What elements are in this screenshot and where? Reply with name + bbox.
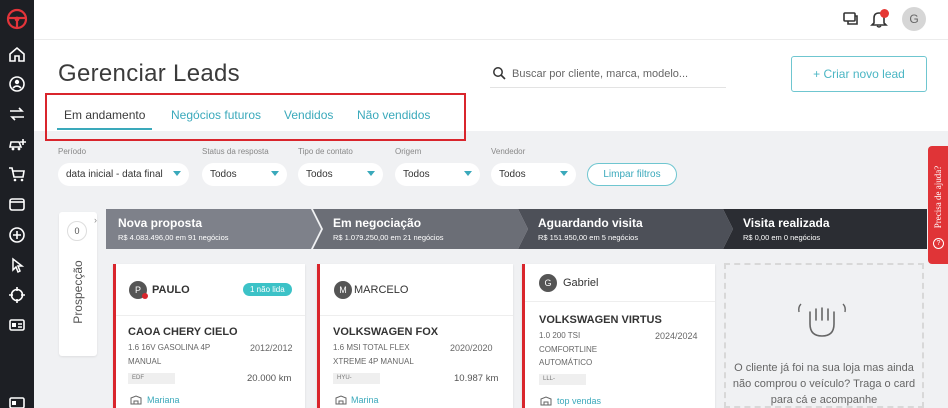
stage-summary: R$ 4.083.496,00 em 91 negócios	[118, 233, 229, 242]
vehicle-year: 2024/2024	[655, 331, 698, 341]
filter-periodo[interactable]: data inicial - data final	[58, 163, 189, 186]
filter-label-status: Status da resposta	[202, 147, 269, 156]
steering-wheel-logo-icon[interactable]	[6, 8, 28, 30]
home-icon[interactable]	[6, 43, 28, 65]
seller-name[interactable]: Marina	[351, 395, 379, 405]
seller-name[interactable]: top vendas	[557, 396, 601, 406]
vehicle-spec-1: 1.6 MSI TOTAL FLEX	[333, 343, 410, 352]
pointer-click-icon[interactable]	[6, 254, 28, 276]
vehicle-km: 20.000 km	[247, 373, 292, 384]
vehicle-spec-2: COMFORTLINE	[539, 345, 598, 354]
stage-nova-proposta[interactable]: Nova proposta R$ 4.083.496,00 em 91 negó…	[106, 209, 321, 249]
lead-card-gabriel[interactable]: G Gabriel VOLKSWAGEN VIRTUS 1.0 200 TSI …	[522, 264, 715, 408]
stage-em-negociacao[interactable]: Em negociação R$ 1.079.250,00 em 21 negó…	[313, 209, 528, 249]
stage-summary: R$ 1.079.250,00 em 21 negócios	[333, 233, 444, 242]
sidebar	[0, 0, 34, 408]
vehicle-plate: EDF	[128, 373, 175, 384]
caret-down-icon	[271, 171, 279, 176]
stage-title: Visita realizada	[743, 216, 830, 230]
seller-name[interactable]: Mariana	[147, 395, 180, 405]
client-name: PAULO	[152, 284, 190, 296]
cart-icon[interactable]	[6, 163, 28, 185]
chat-icon[interactable]	[842, 10, 860, 28]
filter-origem[interactable]: Todos	[395, 163, 480, 186]
vehicle-spec-3: AUTOMÁTICO	[539, 358, 593, 367]
filter-vendedor[interactable]: Todos	[491, 163, 576, 186]
stage-visita-realizada[interactable]: Visita realizada R$ 0,00 em 0 negócios	[723, 209, 927, 249]
client-name: MARCELO	[354, 284, 409, 296]
vehicle-spec-2: MANUAL	[128, 357, 162, 366]
vehicle-spec-1: 1.6 16V GASOLINA 4P	[128, 343, 211, 352]
filter-label-vendedor: Vendedor	[491, 147, 526, 156]
vehicle-plate: HYU-	[333, 373, 380, 384]
filter-label-origem: Origem	[395, 147, 422, 156]
vehicle-year: 2012/2012	[250, 343, 293, 353]
stage-summary: R$ 151.950,00 em 5 negócios	[538, 233, 639, 242]
client-avatar: M	[334, 281, 352, 299]
filter-label-tipo: Tipo de contato	[298, 147, 353, 156]
stage-summary: R$ 0,00 em 0 negócios	[743, 233, 821, 242]
caret-down-icon	[367, 171, 375, 176]
vehicle-plate: LLL-	[539, 374, 586, 385]
transfer-arrows-icon[interactable]	[6, 103, 28, 125]
empty-stage-text: O cliente já foi na sua loja mas ainda n…	[732, 362, 916, 406]
id-card-icon-2[interactable]	[6, 392, 28, 408]
unread-dot	[142, 293, 148, 299]
vehicle-model: CAOA CHERY CIELO	[128, 326, 238, 338]
filter-value: data inicial - data final	[66, 169, 163, 180]
vehicle-year: 2020/2020	[450, 343, 493, 353]
stage-title: Nova proposta	[118, 216, 203, 230]
vehicle-model: VOLKSWAGEN VIRTUS	[539, 314, 662, 326]
lead-card-paulo[interactable]: P PAULO 1 não lida CAOA CHERY CIELO 1.6 …	[113, 264, 305, 408]
user-avatar[interactable]: G	[902, 7, 926, 31]
seller-icon	[335, 395, 347, 405]
lead-card-marcelo[interactable]: M MARCELO VOLKSWAGEN FOX 1.6 MSI TOTAL F…	[317, 264, 513, 408]
filter-value: Todos	[499, 169, 526, 180]
create-lead-button[interactable]: + Criar novo lead	[791, 56, 927, 92]
client-avatar: G	[539, 274, 557, 292]
filter-label-periodo: Período	[58, 147, 87, 156]
wallet-icon[interactable]	[6, 193, 28, 215]
prospeccao-label: Prospecção	[71, 260, 85, 324]
filter-status[interactable]: Todos	[202, 163, 287, 186]
vehicle-spec-1: 1.0 200 TSI	[539, 331, 581, 340]
caret-down-icon	[173, 171, 181, 176]
client-name: Gabriel	[563, 277, 599, 289]
search-input[interactable]	[512, 64, 722, 84]
chevron-right-icon[interactable]: ›	[94, 215, 97, 225]
filter-value: Todos	[306, 169, 333, 180]
vehicle-spec-2: XTREME 4P MANUAL	[333, 357, 414, 366]
vehicle-km: 10.987 km	[454, 373, 499, 384]
filter-tipo[interactable]: Todos	[298, 163, 383, 186]
question-icon: ?	[933, 238, 944, 249]
topbar	[34, 0, 948, 40]
hand-grab-icon	[798, 303, 846, 337]
stage-title: Aguardando visita	[538, 216, 643, 230]
clear-filters-button[interactable]: Limpar filtros	[587, 163, 677, 186]
tabs-highlight-box	[45, 93, 466, 141]
stage-title: Em negociação	[333, 216, 422, 230]
id-card-icon[interactable]	[6, 314, 28, 336]
prospeccao-count: 0	[67, 221, 87, 241]
page-title: Gerenciar Leads	[58, 60, 240, 87]
caret-down-icon	[560, 171, 568, 176]
search-icon	[493, 67, 506, 80]
vehicle-model: VOLKSWAGEN FOX	[333, 326, 439, 338]
crosshair-icon[interactable]	[6, 284, 28, 306]
add-circle-icon[interactable]	[6, 224, 28, 246]
user-circle-icon[interactable]	[6, 73, 28, 95]
unread-badge: 1 não lida	[243, 283, 292, 296]
seller-icon	[540, 396, 552, 406]
notification-badge	[880, 9, 889, 18]
caret-down-icon	[464, 171, 472, 176]
search-box	[490, 64, 726, 88]
filter-value: Todos	[210, 169, 237, 180]
seller-icon	[130, 395, 142, 405]
filter-value: Todos	[403, 169, 430, 180]
stage-aguardando-visita[interactable]: Aguardando visita R$ 151.950,00 em 5 neg…	[518, 209, 733, 249]
car-add-icon[interactable]	[6, 133, 28, 155]
